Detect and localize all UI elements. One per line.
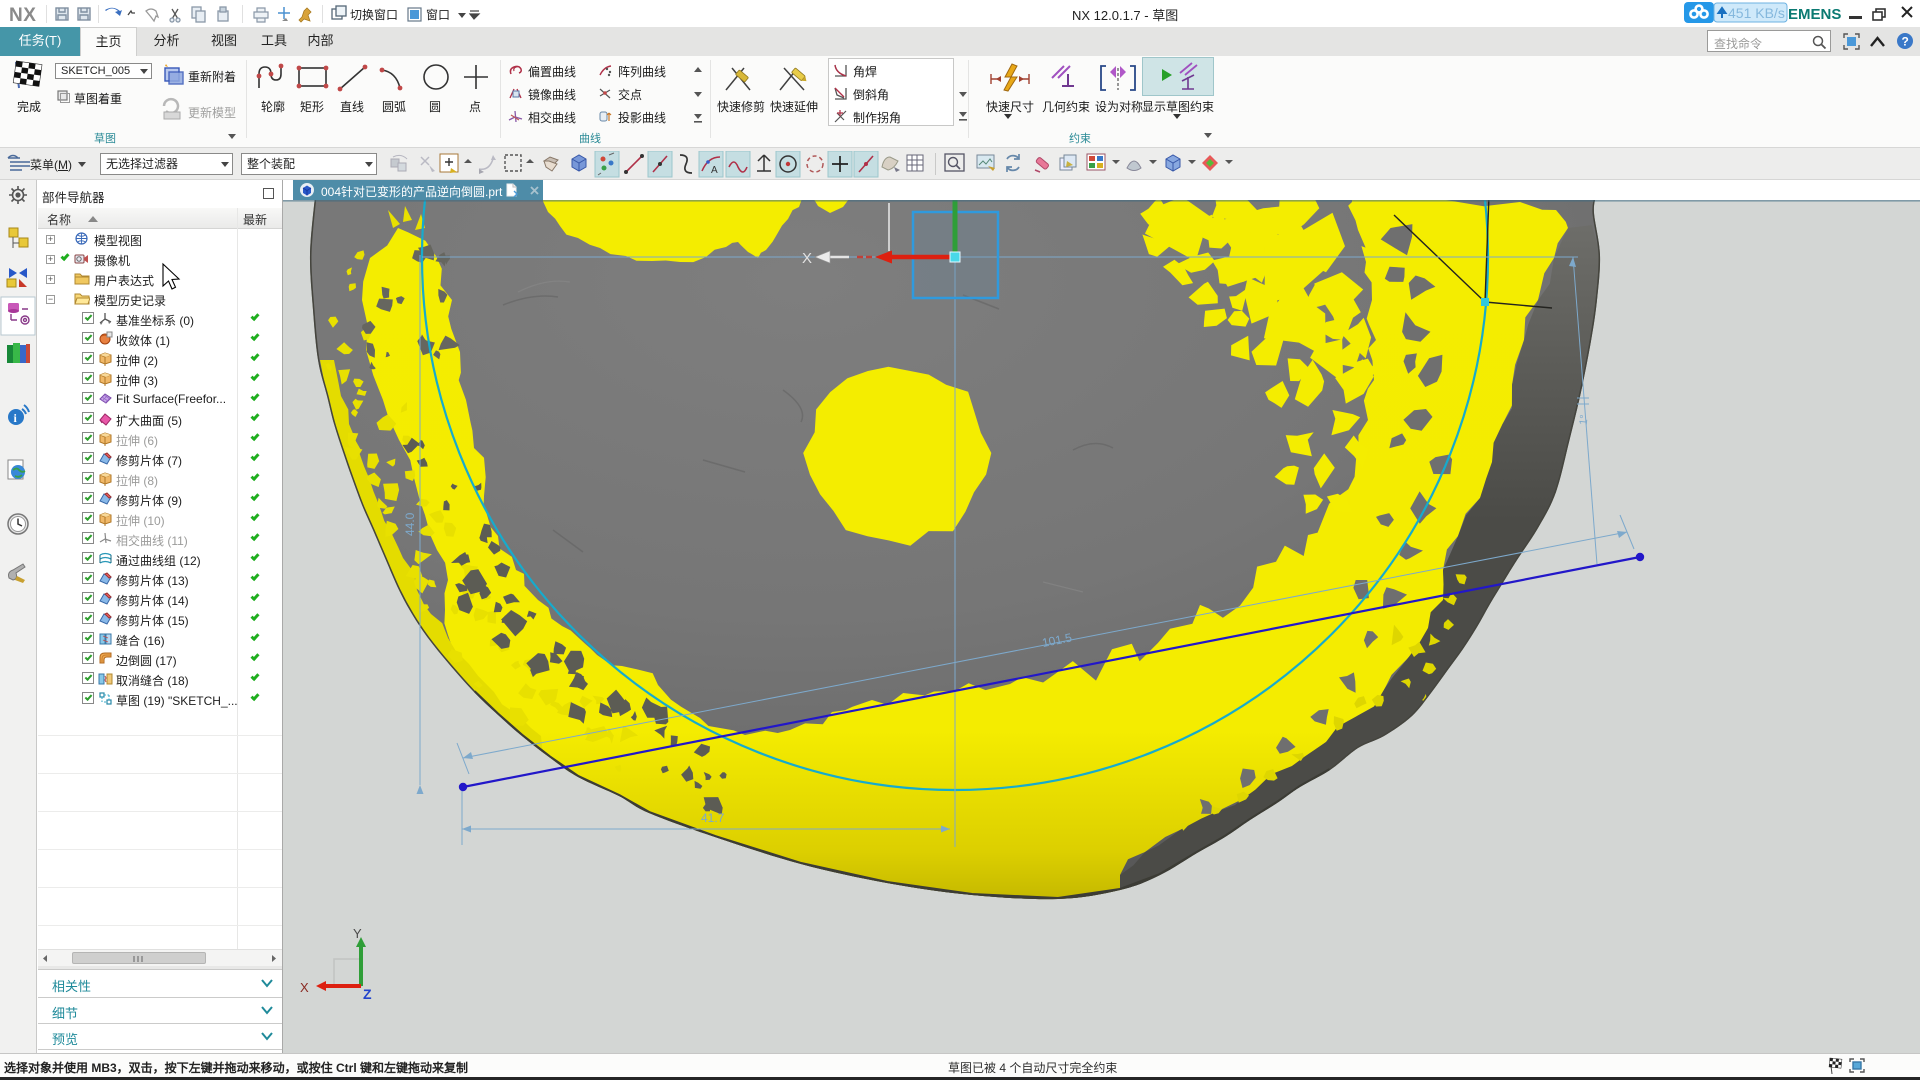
svg-text:1°: 1° [1578, 414, 1591, 426]
svg-text:Y: Y [353, 926, 362, 941]
svg-text:A: A [711, 165, 718, 176]
svg-text:41.7: 41.7 [701, 811, 725, 825]
svg-text:NX: NX [9, 5, 36, 25]
svg-text:窗口: 窗口 [426, 8, 450, 22]
svg-text:Z: Z [363, 986, 372, 1002]
svg-text:44.0: 44.0 [403, 512, 417, 536]
svg-text:?: ? [1902, 35, 1909, 49]
svg-text:EMENS: EMENS [1788, 6, 1841, 23]
svg-text:X: X [300, 980, 309, 995]
svg-text:切换窗口: 切换窗口 [350, 8, 398, 22]
svg-text:X: X [802, 250, 812, 267]
svg-text:451 KB/s: 451 KB/s [1728, 5, 1785, 21]
